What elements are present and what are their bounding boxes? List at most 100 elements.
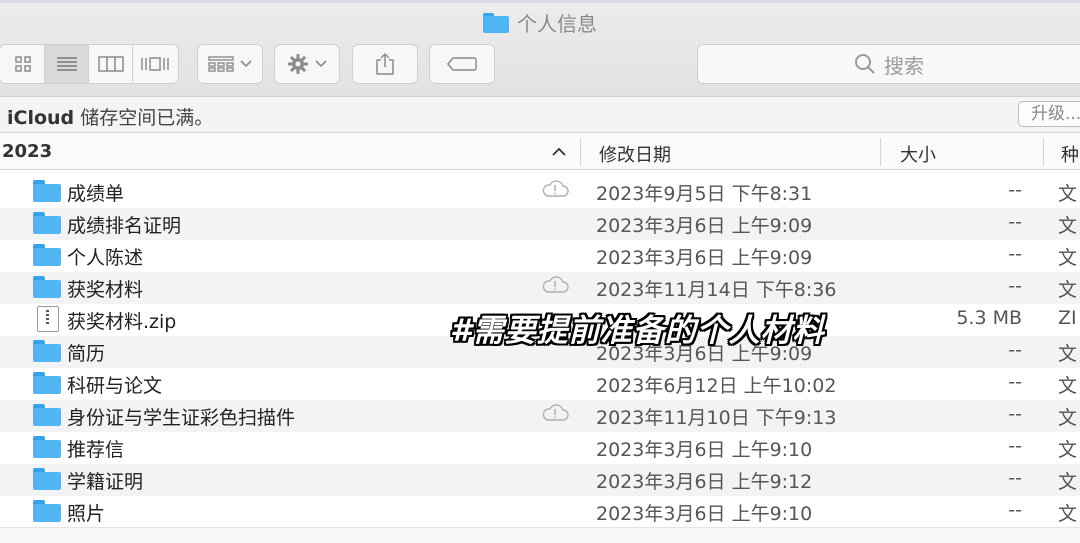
kind-column-header[interactable]: 种 xyxy=(1061,141,1079,167)
modified-date: 2023年3月6日 上午9:10 xyxy=(596,439,813,461)
file-kind: 文 xyxy=(1058,247,1078,269)
file-row[interactable]: 学籍证明 2023年3月6日 上午9:12 -- 文 xyxy=(0,464,1080,496)
file-size: -- xyxy=(1008,499,1022,521)
size-column-header[interactable]: 大小 xyxy=(900,141,936,167)
search-icon xyxy=(855,54,875,74)
folder-icon xyxy=(33,244,61,266)
icloud-storage-bar: iCloud 储存空间已满。 升级... xyxy=(0,97,1080,133)
cloud-warning-icon xyxy=(540,180,570,203)
file-kind: 文 xyxy=(1058,343,1078,365)
search-field[interactable]: 搜索 xyxy=(697,44,1080,84)
finder-window: 个人信息 搜索 iCloud 储存空间已满。 升级... 2023 修改日期 大… xyxy=(0,0,1080,543)
folder-icon xyxy=(33,276,61,298)
file-kind: 文 xyxy=(1058,279,1078,301)
file-size: -- xyxy=(1008,275,1022,297)
folder-icon xyxy=(33,180,61,202)
chevron-down-icon xyxy=(315,60,327,68)
chevron-down-icon xyxy=(240,60,252,68)
file-kind: 文 xyxy=(1058,439,1078,461)
folder-icon xyxy=(33,500,61,522)
group-button[interactable] xyxy=(197,44,263,84)
folder-icon xyxy=(33,404,61,426)
share-button[interactable] xyxy=(352,44,418,84)
file-row[interactable]: 身份证与学生证彩色扫描件 2023年11月10日 下午9:13 -- 文 xyxy=(0,400,1080,432)
file-size: -- xyxy=(1008,339,1022,361)
file-name: 学籍证明 xyxy=(67,471,144,493)
gallery-view-button[interactable] xyxy=(133,45,177,83)
cloud-warning-icon xyxy=(540,404,570,427)
file-size: -- xyxy=(1008,211,1022,233)
modified-date: 2023年3月6日 上午9:10 xyxy=(596,503,813,525)
file-size: -- xyxy=(1008,467,1022,489)
gallery-view-icon xyxy=(141,57,169,71)
column-divider[interactable] xyxy=(880,138,881,166)
window-title: 个人信息 xyxy=(0,8,1080,37)
window-title-text: 个人信息 xyxy=(517,12,597,36)
icloud-message: iCloud 储存空间已满。 xyxy=(7,103,213,130)
file-name: 照片 xyxy=(67,503,106,525)
icloud-brand: iCloud xyxy=(7,107,75,129)
list-view-button[interactable] xyxy=(45,45,89,83)
file-name: 成绩排名证明 xyxy=(67,215,182,237)
file-row[interactable]: 成绩单 2023年9月5日 下午8:31 -- 文 xyxy=(0,176,1080,208)
name-column-header[interactable]: 2023 xyxy=(2,141,52,162)
action-button[interactable] xyxy=(274,44,340,84)
file-row[interactable]: 成绩排名证明 2023年3月6日 上午9:09 -- 文 xyxy=(0,208,1080,240)
file-row[interactable]: 个人陈述 2023年3月6日 上午9:09 -- 文 xyxy=(0,240,1080,272)
column-header: 2023 修改日期 大小 种 xyxy=(0,134,1080,170)
group-grid-icon xyxy=(208,56,234,72)
modified-date: 2023年3月6日 上午9:09 xyxy=(596,247,813,269)
cloud-warning-icon xyxy=(540,276,570,299)
file-name: 获奖材料 xyxy=(67,279,144,301)
upgrade-button[interactable]: 升级... xyxy=(1018,101,1080,127)
gear-icon xyxy=(288,54,308,74)
file-kind: 文 xyxy=(1058,215,1078,237)
column-divider[interactable] xyxy=(1043,138,1044,166)
date-column-header[interactable]: 修改日期 xyxy=(599,141,671,167)
file-kind: ZI xyxy=(1058,307,1077,329)
column-divider[interactable] xyxy=(580,138,581,166)
icon-view-button[interactable] xyxy=(1,45,45,83)
list-view-icon xyxy=(56,57,77,71)
file-kind: 文 xyxy=(1058,503,1078,525)
file-row[interactable]: 获奖材料 2023年11月14日 下午8:36 -- 文 xyxy=(0,272,1080,304)
file-name: 简历 xyxy=(67,343,106,365)
tag-button[interactable] xyxy=(429,44,495,84)
file-size: -- xyxy=(1008,403,1022,425)
file-kind: 文 xyxy=(1058,407,1078,429)
view-switcher xyxy=(0,44,179,84)
file-size: -- xyxy=(1008,179,1022,201)
bottom-edge xyxy=(0,527,1080,543)
file-size: -- xyxy=(1008,371,1022,393)
window-top-edge xyxy=(0,0,1080,3)
modified-date: 2023年9月5日 下午8:31 xyxy=(596,183,813,205)
sort-ascending-icon[interactable] xyxy=(552,147,566,157)
file-kind: 文 xyxy=(1058,183,1078,205)
file-row[interactable]: 推荐信 2023年3月6日 上午9:10 -- 文 xyxy=(0,432,1080,464)
file-row[interactable]: 科研与论文 2023年6月12日 上午10:02 -- 文 xyxy=(0,368,1080,400)
column-view-button[interactable] xyxy=(89,45,133,83)
title-bar: 个人信息 搜索 xyxy=(0,0,1080,97)
file-name: 获奖材料.zip xyxy=(67,311,177,333)
file-name: 身份证与学生证彩色扫描件 xyxy=(67,407,296,429)
file-name: 科研与论文 xyxy=(67,375,163,397)
share-icon xyxy=(376,52,394,75)
folder-icon xyxy=(33,372,61,394)
file-row[interactable]: 照片 2023年3月6日 上午9:10 -- 文 xyxy=(0,496,1080,528)
column-view-icon xyxy=(97,56,124,72)
file-size: 5.3 MB xyxy=(956,307,1022,329)
modified-date: 2023年3月6日 上午9:12 xyxy=(596,471,813,493)
icloud-status: 储存空间已满。 xyxy=(80,107,214,129)
icon-view-icon xyxy=(14,56,31,72)
file-kind: 文 xyxy=(1058,375,1078,397)
folder-icon xyxy=(33,468,61,490)
file-name: 成绩单 xyxy=(67,183,125,205)
tag-icon xyxy=(447,57,477,71)
file-size: -- xyxy=(1008,243,1022,265)
modified-date: 2023年3月6日 上午9:09 xyxy=(596,215,813,237)
search-placeholder: 搜索 xyxy=(884,53,924,78)
folder-icon xyxy=(483,12,509,33)
file-kind: 文 xyxy=(1058,471,1078,493)
folder-icon xyxy=(33,212,61,234)
file-name: 个人陈述 xyxy=(67,247,144,269)
